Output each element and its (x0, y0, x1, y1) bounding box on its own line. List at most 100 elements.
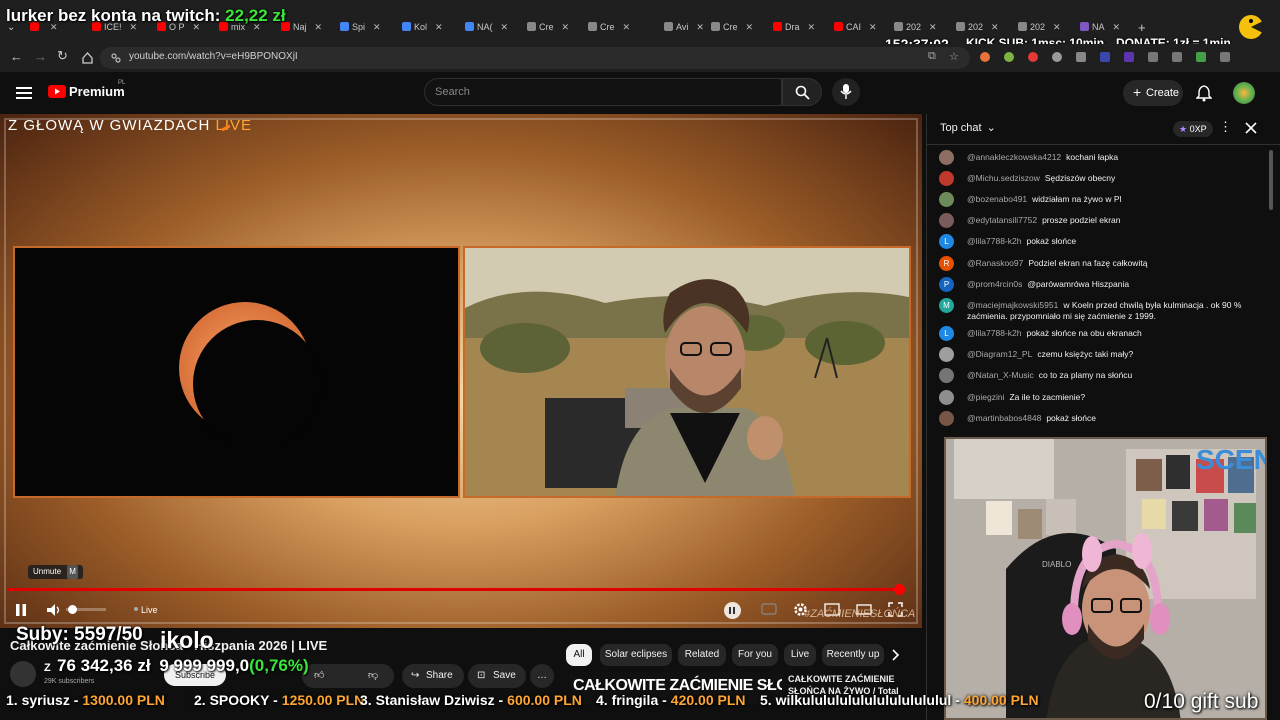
chip-related[interactable]: Related (678, 644, 726, 666)
tab-close-icon[interactable]: ✕ (435, 22, 443, 32)
tab-close-icon[interactable]: ✕ (1053, 22, 1061, 32)
bell-icon[interactable] (1196, 84, 1212, 102)
tab-close-icon[interactable]: ✕ (501, 22, 509, 32)
channel-points-badge[interactable]: ★ 0XP (1173, 121, 1213, 137)
chat-author-name[interactable]: @Diagram12_PL (967, 349, 1032, 359)
address-bar[interactable]: youtube.com/watch?v=eH9BPONOXjI ⧉ ☆ (100, 47, 970, 69)
browser-tab[interactable]: Cre ✕ (527, 22, 569, 38)
chat-author-avatar[interactable]: M (939, 298, 954, 313)
chat-author-avatar[interactable] (939, 390, 954, 405)
extension-icon[interactable] (1148, 52, 1158, 62)
share-button[interactable]: ↪ Share (402, 664, 464, 688)
tab-close-icon[interactable]: ✕ (696, 22, 704, 32)
chat-author-name[interactable]: @martinbabos4848 (967, 413, 1041, 423)
voice-search-button[interactable] (832, 78, 860, 106)
site-info-icon[interactable] (110, 52, 122, 64)
extension-icon[interactable] (1028, 52, 1038, 62)
extension-icon[interactable] (980, 52, 990, 62)
browser-tab[interactable]: Cre ✕ (588, 22, 630, 38)
browser-tab[interactable]: Avi ✕ (664, 22, 704, 38)
chip-live[interactable]: Live (784, 644, 816, 666)
forward-icon[interactable]: → (34, 49, 47, 64)
chat-author-name[interactable]: @edytatansili7752 (967, 215, 1037, 225)
chat-author-name[interactable]: @bozenabo491 (967, 194, 1027, 204)
browser-tab[interactable]: Naj ✕ (281, 22, 322, 38)
chat-author-avatar[interactable]: R (939, 256, 954, 271)
account-avatar[interactable] (1233, 82, 1255, 104)
browser-tab[interactable]: Cre ✕ (711, 22, 753, 38)
chat-author-avatar[interactable] (939, 368, 954, 383)
chat-author-avatar[interactable] (939, 213, 954, 228)
extension-icon[interactable] (1004, 52, 1014, 62)
extension-icon[interactable] (1220, 52, 1230, 62)
chat-scrollbar[interactable] (1269, 150, 1273, 210)
more-actions-button[interactable]: … (530, 664, 554, 688)
reload-icon[interactable]: ↻ (57, 48, 68, 64)
extension-icon[interactable] (1172, 52, 1182, 62)
chip-all[interactable]: All (566, 644, 592, 666)
chat-more-icon[interactable]: ⋮ (1219, 119, 1232, 135)
install-app-icon[interactable]: ⧉ (928, 50, 936, 63)
search-input[interactable]: Search (424, 78, 782, 106)
pause-icon[interactable] (14, 603, 28, 617)
tab-close-icon[interactable]: ✕ (315, 22, 323, 32)
chat-author-avatar[interactable]: L (939, 234, 954, 249)
bookmark-star-icon[interactable]: ☆ (949, 50, 959, 63)
chip-for-you[interactable]: For you (732, 644, 778, 666)
tab-close-icon[interactable]: ✕ (746, 22, 754, 32)
create-button[interactable]: + Create (1123, 80, 1183, 106)
tab-close-icon[interactable]: ✕ (373, 22, 381, 32)
new-tab-button[interactable]: + (1138, 20, 1146, 35)
chat-author-name[interactable]: @prom4rcin0s (967, 279, 1022, 289)
chat-author-avatar[interactable] (939, 192, 954, 207)
volume-slider-thumb[interactable] (68, 605, 77, 614)
chat-author-avatar[interactable] (939, 347, 954, 362)
chat-author-name[interactable]: @Natan_X-Music (967, 370, 1034, 380)
extension-icon[interactable] (1076, 52, 1086, 62)
extension-icon[interactable] (1100, 52, 1110, 62)
tab-close-icon[interactable]: ✕ (991, 22, 999, 32)
tab-close-icon[interactable]: ✕ (929, 22, 937, 32)
chat-author-name[interactable]: @Ranaskoo97 (967, 258, 1023, 268)
tab-close-icon[interactable]: ✕ (562, 22, 570, 32)
search-button[interactable] (782, 78, 822, 106)
back-icon[interactable]: ← (10, 49, 23, 64)
save-button[interactable]: ⊡ Save (468, 664, 526, 688)
chat-author-name[interactable]: @maciejmajkowski5951 (967, 300, 1058, 310)
extension-icon[interactable] (1196, 52, 1206, 62)
menu-icon[interactable] (16, 86, 32, 100)
extension-icon[interactable] (1124, 52, 1134, 62)
chat-author-name[interactable]: @lila7788-k2h (967, 328, 1021, 338)
chat-author-avatar[interactable]: L (939, 326, 954, 341)
channel-avatar[interactable] (10, 661, 36, 687)
tab-close-icon[interactable]: ✕ (1113, 22, 1121, 32)
progress-scrubber[interactable] (894, 584, 905, 595)
home-icon[interactable] (81, 51, 94, 64)
channel-name[interactable]: Z (44, 662, 51, 674)
browser-tab[interactable]: Dra ✕ (773, 22, 815, 38)
chat-author-avatar[interactable] (939, 150, 954, 165)
chip-recently-uploaded[interactable]: Recently up (822, 644, 884, 666)
browser-tab[interactable]: NA(✕ (465, 22, 508, 38)
video-player[interactable]: Z GŁOWĄ W GWIAZDACH LIVE Unmute M Live #… (0, 114, 922, 628)
extension-icon[interactable] (1052, 52, 1062, 62)
browser-tab[interactable]: CAI ✕ (834, 22, 877, 38)
progress-bar[interactable] (8, 588, 900, 591)
like-dislike-button[interactable]: 👍︎ 👎︎ (302, 664, 394, 688)
chip-solar-eclipses[interactable]: Solar eclipses (600, 644, 672, 666)
chat-author-name[interactable]: @lila7788-k2h (967, 236, 1021, 246)
chat-author-name[interactable]: @piegzini (967, 392, 1004, 402)
chat-author-avatar[interactable] (939, 411, 954, 426)
live-indicator[interactable]: Live (134, 605, 158, 615)
tab-close-icon[interactable]: ✕ (808, 22, 816, 32)
browser-tab[interactable]: Kol ✕ (402, 22, 443, 38)
close-icon[interactable] (1245, 122, 1257, 134)
tab-close-icon[interactable]: ✕ (623, 22, 631, 32)
chat-author-avatar[interactable] (939, 171, 954, 186)
chat-author-name[interactable]: @Michu.sedziszow (967, 173, 1040, 183)
volume-icon[interactable] (46, 603, 64, 617)
chat-mode-dropdown[interactable]: Top chat ⌄ (940, 121, 996, 134)
browser-tab[interactable]: Spi ✕ (340, 22, 381, 38)
chat-author-name[interactable]: @annakleczkowska4212 (967, 152, 1061, 162)
tab-close-icon[interactable]: ✕ (869, 22, 877, 32)
